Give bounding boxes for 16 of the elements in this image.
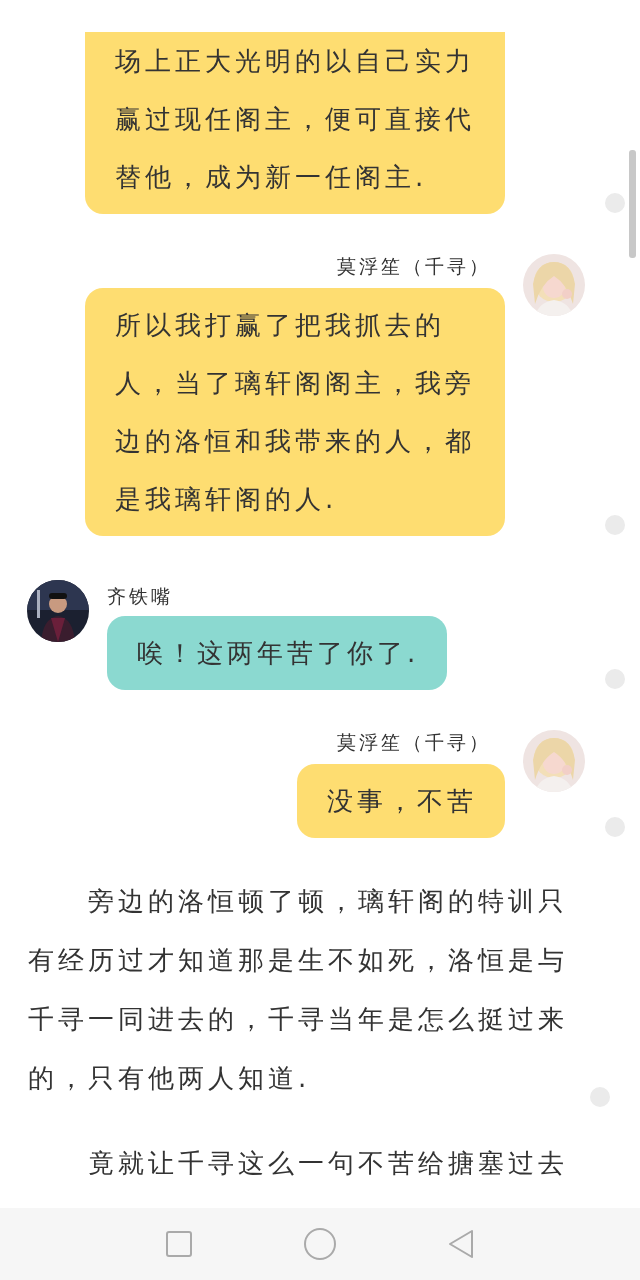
sender-name: 莫浮笙（千寻） <box>337 730 491 754</box>
home-icon <box>304 1228 336 1260</box>
nav-button[interactable] <box>166 1231 192 1257</box>
sender-name: 莫浮笙（千寻） <box>337 254 491 278</box>
nav-button[interactable] <box>448 1229 474 1259</box>
back-icon <box>448 1229 474 1259</box>
sender-name: 齐铁嘴 <box>107 584 173 608</box>
message-bubble: 所以我打赢了把我抓去的人，当了璃轩阁阁主，我旁边的洛恒和我带来的人，都是我璃轩阁的人. <box>85 288 505 536</box>
nav-button[interactable] <box>304 1228 336 1260</box>
message-bubble: 场上正大光明的以自己实力赢过现任阁主，便可直接代替他，成为新一任阁主. <box>85 32 505 214</box>
scrollbar[interactable] <box>629 150 636 258</box>
message-bubble: 没事，不苦 <box>297 764 505 838</box>
story-paragraph: 旁边的洛恒顿了顿，璃轩阁的特训只有经历过才知道那是生不如死，洛恒是与千寻一同进去的，千寻当年是怎么挺过来的，只有他两人知道. <box>27 885 569 1095</box>
message-bubble: 唉！这两年苦了你了. <box>107 616 448 690</box>
story-paragraph: 竟就让千寻这么一句不苦给搪塞过去 <box>87 1147 569 1180</box>
recent-apps-icon <box>166 1231 192 1257</box>
